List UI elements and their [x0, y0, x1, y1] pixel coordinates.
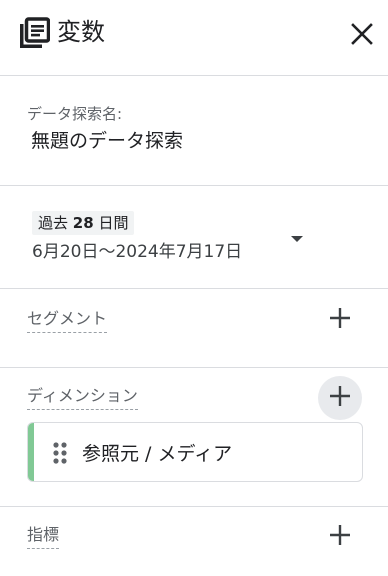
exploration-name-label: データ探索名:	[27, 105, 123, 123]
dimensions-section: ディメンション 参照元 / メディア	[0, 368, 388, 507]
panel-header: 変数	[0, 0, 388, 76]
exploration-name-input[interactable]: 無題のデータ探索	[31, 126, 183, 153]
variables-panel: 変数 データ探索名: 無題のデータ探索 過去 28 日間 6月20日～2024年…	[0, 0, 388, 576]
plus-icon	[329, 307, 351, 333]
dimension-item-source-medium[interactable]: 参照元 / メディア	[27, 422, 363, 482]
date-preset-suffix: 日間	[98, 214, 129, 232]
close-button[interactable]	[344, 18, 380, 54]
plus-icon	[329, 524, 351, 550]
date-preset-prefix: 過去	[38, 214, 69, 232]
segments-label[interactable]: セグメント	[27, 308, 108, 333]
date-range-dropdown-button[interactable]	[282, 222, 312, 252]
date-preset-number: 28	[72, 214, 94, 232]
dimension-item-label: 参照元 / メディア	[82, 443, 233, 465]
metrics-label[interactable]: 指標	[27, 524, 60, 549]
close-icon	[350, 22, 374, 50]
add-dimension-button[interactable]	[318, 376, 362, 420]
dimension-color-accent	[28, 423, 34, 481]
segments-section: セグメント	[0, 289, 388, 368]
panel-title: 変数	[57, 18, 105, 46]
metrics-section: 指標	[0, 507, 388, 576]
date-range-text[interactable]: 6月20日～2024年7月17日	[32, 237, 242, 262]
date-preset-chip[interactable]: 過去 28 日間	[32, 211, 135, 235]
explore-list-icon	[18, 17, 51, 51]
drag-handle-icon[interactable]	[53, 442, 67, 464]
dimensions-label[interactable]: ディメンション	[27, 385, 138, 410]
exploration-name-section: データ探索名: 無題のデータ探索	[0, 76, 388, 186]
add-segment-button[interactable]	[318, 298, 362, 342]
add-metric-button[interactable]	[318, 515, 362, 559]
dropdown-arrow-icon	[290, 228, 304, 247]
plus-icon	[329, 385, 351, 411]
date-range-section: 過去 28 日間 6月20日～2024年7月17日	[0, 186, 388, 289]
